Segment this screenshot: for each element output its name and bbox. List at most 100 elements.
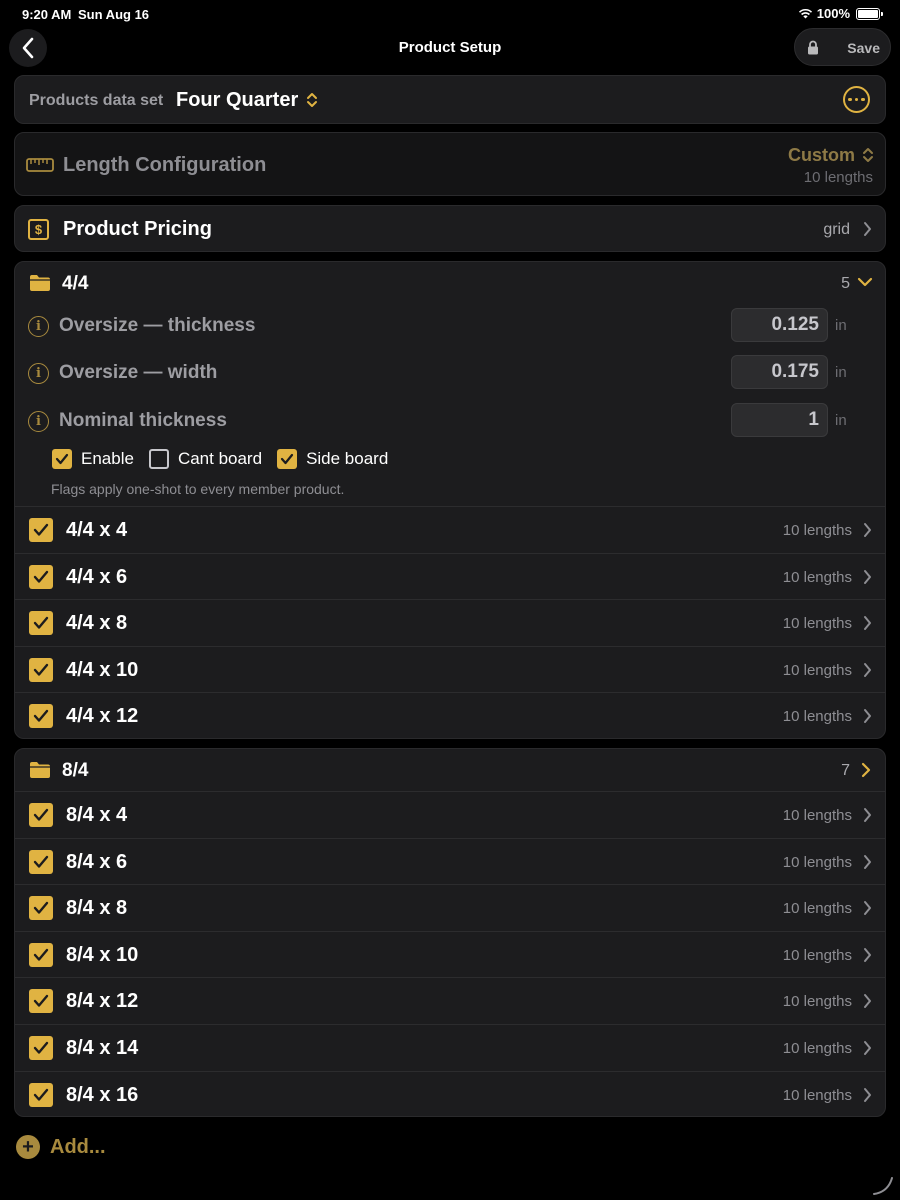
enable-checkbox[interactable]: Enable: [52, 449, 134, 469]
chevron-right-icon: [864, 854, 871, 869]
flags-note: Flags apply one-shot to every member pro…: [51, 481, 345, 497]
more-icon-dot: [854, 97, 859, 102]
product-name: 8/4 x 4: [66, 804, 128, 826]
product-row[interactable]: 4/4 x 12 10 lengths: [15, 692, 885, 739]
product-pricing-row[interactable]: $ Product Pricing grid: [14, 205, 886, 252]
product-lengths: 10 lengths: [782, 1040, 852, 1057]
product-name: 4/4 x 8: [66, 612, 128, 635]
product-name: 4/4 x 6: [66, 565, 128, 588]
dataset-picker[interactable]: Four Quarter: [176, 89, 298, 112]
param-unit: in: [835, 317, 847, 334]
info-icon[interactable]: i: [28, 363, 49, 384]
resize-handle-icon[interactable]: [872, 1174, 894, 1196]
product-row[interactable]: 4/4 x 10 10 lengths: [15, 645, 885, 693]
product-lengths: 10 lengths: [782, 1086, 852, 1104]
length-config-picker[interactable]: Custom: [788, 145, 855, 166]
product-row[interactable]: 8/4 x 4 10 lengths: [15, 791, 885, 838]
product-lengths: 10 lengths: [782, 993, 852, 1011]
chevron-right-icon[interactable]: [861, 762, 871, 778]
chevron-right-icon: [864, 947, 871, 962]
more-options-button[interactable]: [843, 86, 870, 113]
checkbox-checked-icon[interactable]: [29, 896, 53, 921]
checkbox-checked-icon[interactable]: [29, 564, 53, 589]
checkbox-checked-icon[interactable]: [29, 518, 53, 542]
product-row[interactable]: 4/4 x 4 10 lengths: [15, 506, 885, 553]
product-lengths: 10 lengths: [782, 853, 852, 871]
product-name: 4/4 x 12: [66, 705, 139, 728]
checkbox-checked-icon[interactable]: [29, 1082, 53, 1107]
chevron-up-down-icon: [863, 148, 873, 162]
checkbox-checked-icon[interactable]: [29, 803, 53, 827]
chevron-right-icon: [864, 1087, 871, 1102]
length-config-count: 10 lengths: [803, 169, 873, 186]
status-bar: 9:20 AM Sun Aug 16 100%: [0, 0, 900, 28]
info-icon[interactable]: i: [28, 316, 49, 337]
info-icon[interactable]: i: [28, 411, 49, 432]
group-title: 8/4: [62, 760, 89, 781]
plus-circle-icon: +: [16, 1135, 40, 1159]
checkbox-checked-icon[interactable]: [29, 989, 53, 1014]
oversize-width-field[interactable]: 0.175: [731, 355, 828, 389]
length-config-label: Length Configuration: [63, 154, 267, 176]
checkbox-checked-icon[interactable]: [29, 849, 53, 874]
param-row-oversize-width: i Oversize — width 0.175 in: [15, 353, 885, 393]
checkbox-checked-icon[interactable]: [29, 704, 53, 729]
side-board-checkbox[interactable]: Side board: [277, 449, 388, 469]
chevron-right-icon: [864, 709, 871, 724]
checkbox-checked-icon[interactable]: [29, 1036, 53, 1060]
battery-icon: [856, 7, 883, 20]
add-button[interactable]: + Add...: [16, 1134, 106, 1160]
chevron-right-icon: [864, 616, 871, 631]
product-row[interactable]: 8/4 x 8 10 lengths: [15, 884, 885, 931]
product-lengths: 10 lengths: [782, 946, 852, 964]
save-label: Save: [847, 40, 880, 56]
checkbox-unchecked-icon: [148, 449, 169, 469]
product-row[interactable]: 4/4 x 8 10 lengths: [15, 599, 885, 646]
flag-label: Side board: [306, 449, 389, 468]
group-header[interactable]: 4/4 5: [15, 262, 885, 304]
chevron-right-icon: [864, 808, 871, 822]
cant-board-checkbox[interactable]: Cant board: [148, 449, 263, 469]
chevron-down-icon[interactable]: [857, 276, 873, 288]
param-row-oversize-thickness: i Oversize — thickness 0.125 in: [15, 306, 885, 346]
save-button[interactable]: Save: [794, 28, 891, 66]
product-row[interactable]: 8/4 x 12 10 lengths: [15, 977, 885, 1024]
product-row[interactable]: 4/4 x 6 10 lengths: [15, 552, 885, 600]
pricing-value: grid: [823, 221, 850, 238]
product-lengths: 10 lengths: [782, 615, 852, 633]
checkbox-checked-icon[interactable]: [29, 611, 53, 636]
chevron-up-down-icon[interactable]: [306, 92, 318, 108]
dollar-icon: $: [28, 219, 49, 240]
product-row[interactable]: 8/4 x 16 10 lengths: [15, 1070, 885, 1118]
product-lengths: 10 lengths: [782, 568, 852, 586]
product-row[interactable]: 8/4 x 6 10 lengths: [15, 837, 885, 885]
checkbox-checked-icon[interactable]: [29, 657, 53, 682]
flag-label: Enable: [81, 449, 134, 468]
product-lengths: 10 lengths: [782, 522, 852, 539]
product-name: 8/4 x 12: [66, 990, 139, 1013]
oversize-thickness-field[interactable]: 0.125: [731, 308, 828, 342]
folder-icon: [30, 275, 50, 291]
group-title: 4/4: [62, 273, 89, 294]
group-header[interactable]: 8/4 7: [15, 749, 885, 791]
product-lengths: 10 lengths: [782, 708, 852, 726]
page-title: Product Setup: [398, 39, 502, 56]
more-icon-dot: [848, 97, 852, 102]
product-row[interactable]: 8/4 x 14 10 lengths: [15, 1024, 885, 1071]
checkbox-checked-icon[interactable]: [29, 942, 53, 967]
flag-label: Cant board: [177, 449, 263, 468]
chevron-right-icon: [864, 1041, 871, 1055]
status-date: Sun Aug 16: [78, 7, 150, 22]
product-row[interactable]: 8/4 x 10 10 lengths: [15, 930, 885, 978]
length-configuration-row[interactable]: Length Configuration Custom 10 lengths: [14, 132, 886, 196]
chevron-right-icon: [864, 994, 871, 1009]
param-label: Oversize — width: [59, 362, 218, 383]
chevron-right-icon: [864, 222, 871, 236]
chevron-right-icon: [864, 523, 871, 537]
nav-bar: Product Setup Save: [0, 28, 900, 68]
ruler-icon: [26, 158, 54, 172]
dataset-label: Products data set: [29, 92, 164, 109]
battery-percent: 100%: [816, 6, 850, 21]
add-label: Add...: [50, 1135, 106, 1158]
nominal-thickness-field[interactable]: 1: [731, 403, 828, 437]
